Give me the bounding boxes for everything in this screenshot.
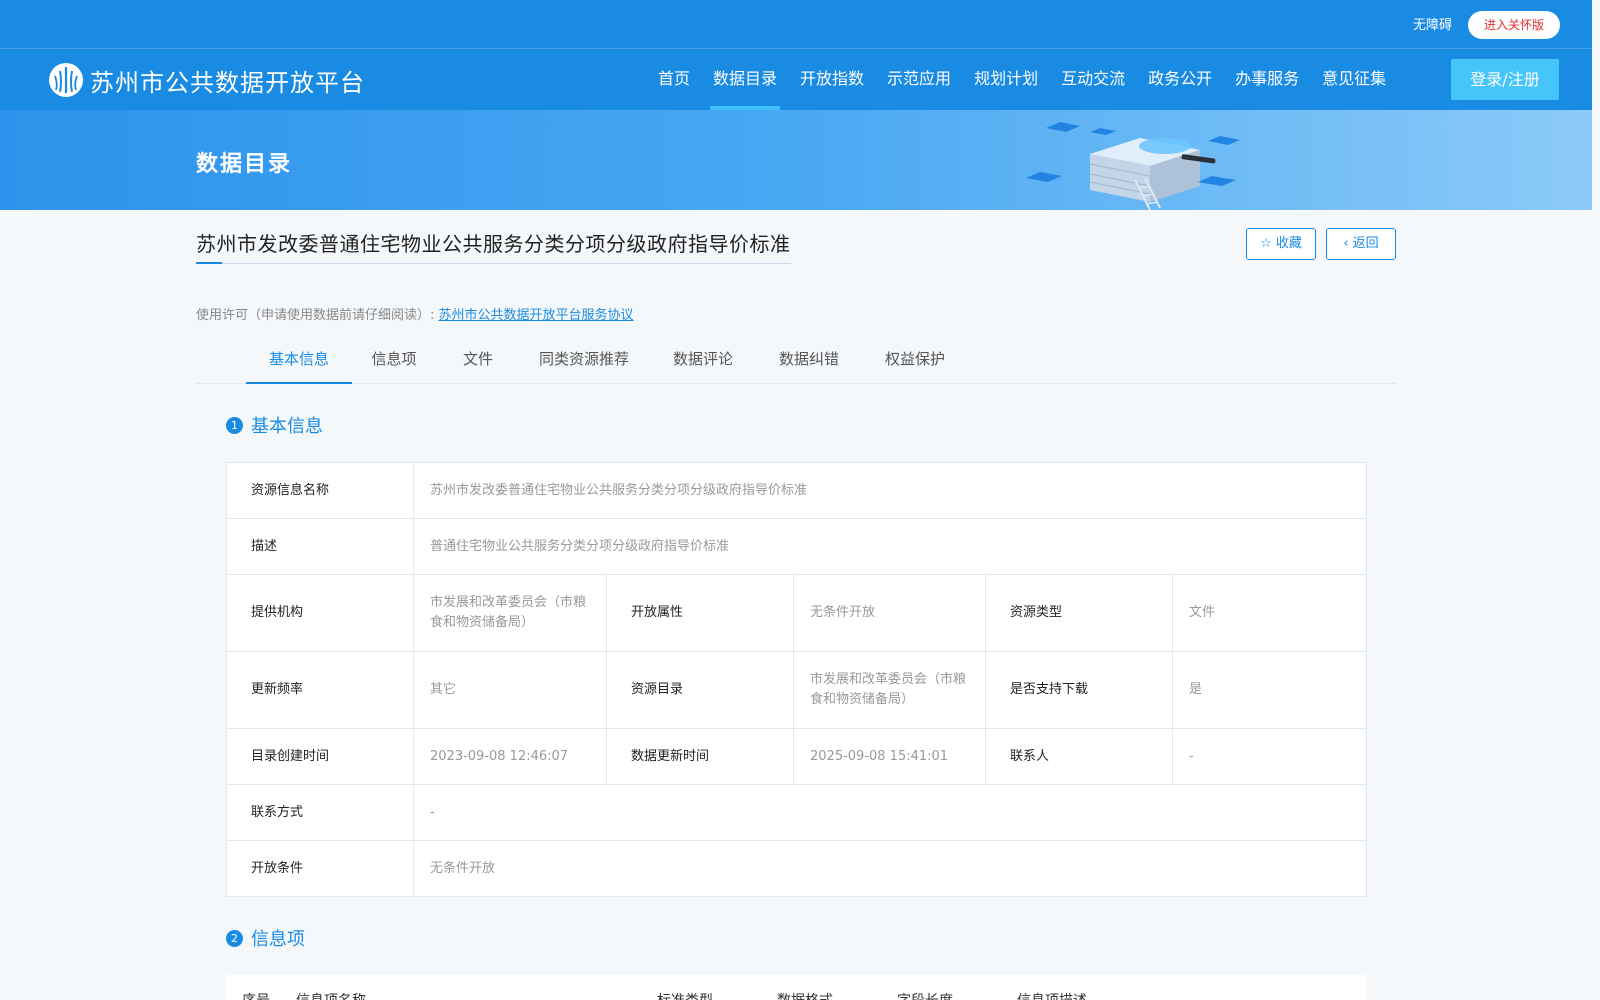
catalog-created-label: 目录创建时间 — [226, 728, 414, 785]
tab-files[interactable]: 文件 — [458, 339, 498, 384]
license-label: 使用许可（申请使用数据前请仔细阅读）: — [196, 308, 435, 323]
table-row: 资源信息名称 苏州市发改委普通住宅物业公共服务分类分项分级政府指导价标准 — [226, 462, 1368, 519]
basic-info-table: 资源信息名称 苏州市发改委普通住宅物业公共服务分类分项分级政府指导价标准 描述 … — [226, 462, 1368, 897]
col-header-item-name: 信息项名称 — [296, 990, 366, 1000]
data-updated-value: 2025-09-08 15:41:01 — [793, 728, 986, 785]
nav-demo-apps[interactable]: 示范应用 — [887, 50, 951, 110]
table-row: 提供机构 市发展和改革委员会（市粮食和物资储备局） 开放属性 无条件开放 资源类… — [226, 574, 1368, 652]
section-number-badge: 2 — [226, 929, 243, 947]
resource-title: 苏州市发改委普通住宅物业公共服务分类分项分级政府指导价标准 — [196, 228, 791, 264]
section-title: 信息项 — [251, 929, 305, 950]
tab-similar-resources[interactable]: 同类资源推荐 — [534, 339, 634, 384]
description-value: 普通住宅物业公共服务分类分项分级政府指导价标准 — [412, 518, 1368, 575]
nav-interaction[interactable]: 互动交流 — [1061, 50, 1125, 110]
nav-gov-affairs[interactable]: 政务公开 — [1148, 50, 1212, 110]
open-attribute-value: 无条件开放 — [793, 574, 986, 652]
nav-open-index[interactable]: 开放指数 — [800, 50, 864, 110]
nav-home[interactable]: 首页 — [658, 50, 690, 110]
brand-name: 苏州市公共数据开放平台 — [90, 68, 365, 97]
data-platform-illustration — [1026, 122, 1240, 210]
info-items-table-header: 序号 信息项名称 标准类型 数据格式 字段长度 信息项描述 — [226, 975, 1366, 1000]
table-row: 联系方式 - — [226, 784, 1368, 841]
col-header-field-length: 字段长度 — [897, 990, 953, 1000]
logo-icon — [49, 63, 83, 97]
tab-data-correction[interactable]: 数据纠错 — [776, 339, 842, 384]
contact-person-value: - — [1171, 728, 1368, 785]
resource-name-value: 苏州市发改委普通住宅物业公共服务分类分项分级政府指导价标准 — [412, 462, 1368, 519]
provider-label: 提供机构 — [226, 574, 414, 652]
section-basic-info-heading: 1 基本信息 — [226, 412, 323, 438]
col-header-standard-type: 标准类型 — [657, 990, 713, 1000]
nav-services[interactable]: 办事服务 — [1235, 50, 1299, 110]
section-info-items-heading: 2 信息项 — [226, 925, 305, 951]
favorite-button[interactable]: ☆ 收藏 — [1246, 228, 1316, 260]
favorite-label: 收藏 — [1275, 236, 1302, 251]
banner-title: 数据目录 — [196, 152, 293, 177]
tab-data-comments[interactable]: 数据评论 — [670, 339, 736, 384]
table-row: 目录创建时间 2023-09-08 12:46:07 数据更新时间 2025-0… — [226, 728, 1368, 785]
update-frequency-value: 其它 — [413, 651, 607, 729]
resource-catalog-label: 资源目录 — [606, 651, 794, 729]
description-label: 描述 — [226, 518, 414, 575]
table-row: 描述 普通住宅物业公共服务分类分项分级政府指导价标准 — [226, 518, 1368, 575]
data-updated-label: 数据更新时间 — [606, 728, 794, 785]
resource-name-label: 资源信息名称 — [226, 462, 414, 519]
license-line: 使用许可（申请使用数据前请仔细阅读）: 苏州市公共数据开放平台服务协议 — [196, 304, 634, 323]
site-header: 无障碍 进入关怀版 苏州市公共数据开放平台 首页 数据目录 开放指数 示范应用 … — [0, 0, 1592, 110]
contact-person-label: 联系人 — [985, 728, 1173, 785]
open-condition-value: 无条件开放 — [412, 840, 1368, 897]
resource-type-label: 资源类型 — [985, 574, 1173, 652]
star-icon: ☆ — [1260, 236, 1272, 251]
update-frequency-label: 更新频率 — [226, 651, 414, 729]
section-title: 基本信息 — [251, 416, 323, 437]
open-condition-label: 开放条件 — [226, 840, 414, 897]
back-label: 返回 — [1352, 236, 1379, 251]
top-bar: 无障碍 进入关怀版 — [0, 0, 1592, 49]
accessibility-link[interactable]: 无障碍 — [1413, 14, 1452, 33]
tab-basic-info[interactable]: 基本信息 — [246, 339, 352, 384]
col-header-item-desc: 信息项描述 — [1017, 990, 1087, 1000]
resource-type-value: 文件 — [1171, 574, 1368, 652]
section-number-badge: 1 — [226, 416, 243, 434]
main-nav: 首页 数据目录 开放指数 示范应用 规划计划 互动交流 政务公开 办事服务 意见… — [658, 50, 1409, 110]
nav-feedback[interactable]: 意见征集 — [1322, 50, 1386, 110]
chevron-left-icon: ‹ — [1343, 236, 1349, 251]
tab-rights-protection[interactable]: 权益保护 — [882, 339, 948, 384]
back-button[interactable]: ‹ 返回 — [1326, 228, 1396, 260]
catalog-created-value: 2023-09-08 12:46:07 — [413, 728, 607, 785]
site-logo[interactable]: 苏州市公共数据开放平台 — [48, 62, 365, 98]
open-attribute-label: 开放属性 — [606, 574, 794, 652]
download-support-value: 是 — [1171, 651, 1368, 729]
provider-value: 市发展和改革委员会（市粮食和物资储备局） — [413, 574, 607, 652]
col-header-data-format: 数据格式 — [777, 990, 833, 1000]
table-row: 开放条件 无条件开放 — [226, 840, 1368, 897]
nav-data-catalog[interactable]: 数据目录 — [710, 50, 781, 110]
download-support-label: 是否支持下载 — [985, 651, 1173, 729]
table-row: 更新频率 其它 资源目录 市发展和改革委员会（市粮食和物资储备局） 是否支持下载… — [226, 651, 1368, 729]
contact-method-value: - — [412, 784, 1368, 841]
tab-info-items[interactable]: 信息项 — [366, 339, 422, 384]
care-mode-button[interactable]: 进入关怀版 — [1468, 11, 1560, 39]
col-header-index: 序号 — [242, 990, 270, 1000]
detail-tabs: 基本信息 信息项 文件 同类资源推荐 数据评论 数据纠错 权益保护 — [196, 339, 1396, 384]
page-banner: 数据目录 — [0, 110, 1592, 210]
nav-plans[interactable]: 规划计划 — [974, 50, 1038, 110]
contact-method-label: 联系方式 — [226, 784, 414, 841]
login-register-button[interactable]: 登录/注册 — [1451, 59, 1559, 100]
license-link[interactable]: 苏州市公共数据开放平台服务协议 — [439, 308, 634, 323]
resource-catalog-value: 市发展和改革委员会（市粮食和物资储备局） — [793, 651, 986, 729]
